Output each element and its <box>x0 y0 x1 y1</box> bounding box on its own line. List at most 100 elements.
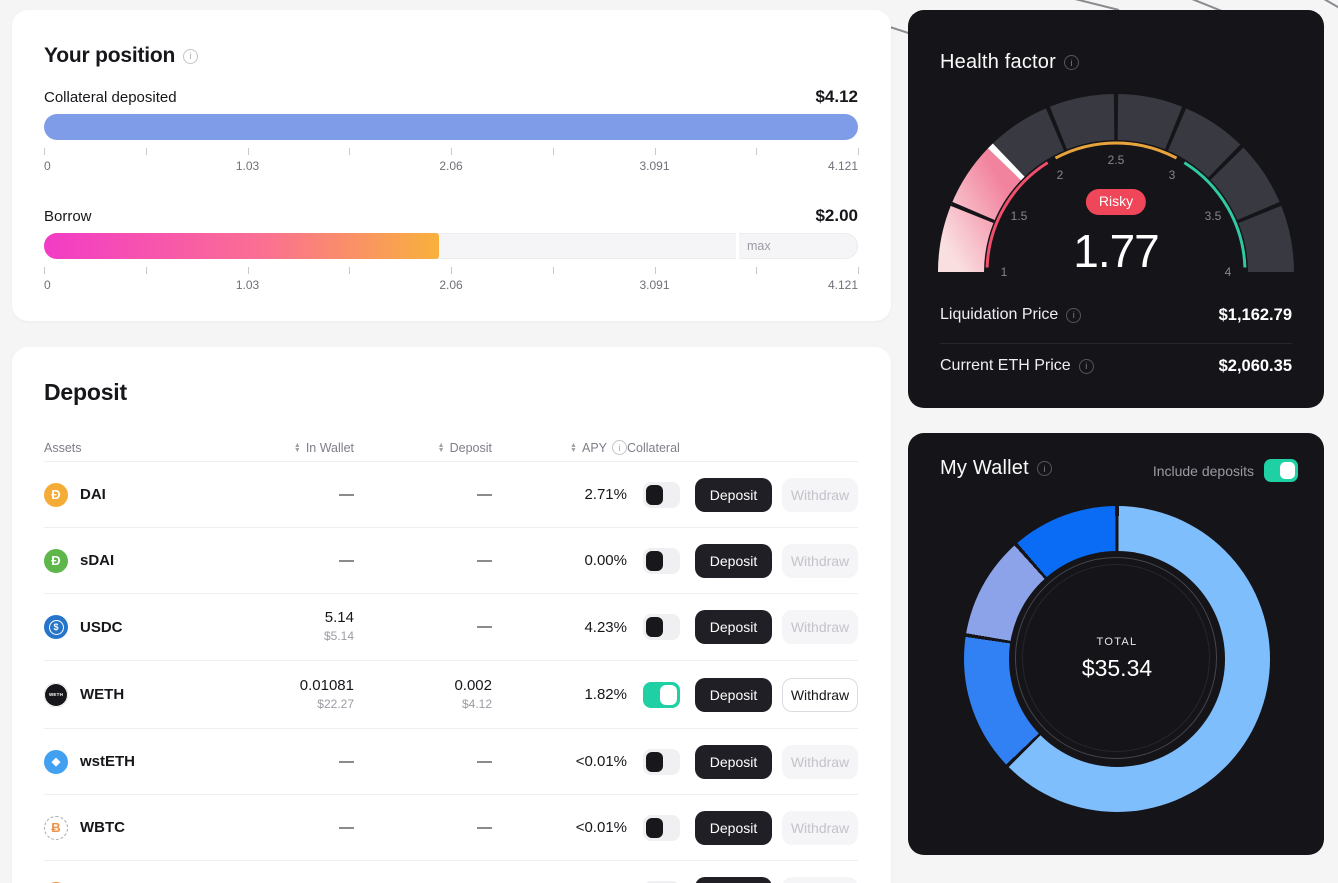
donut-center: TOTAL $35.34 <box>1009 551 1225 767</box>
withdraw-button[interactable]: Withdraw <box>782 677 858 712</box>
column-header-in-wallet[interactable]: ▲ ▼ In Wallet <box>294 441 354 455</box>
deposit-button[interactable]: Deposit <box>695 744 772 779</box>
deposit-button[interactable]: Deposit <box>695 677 772 712</box>
withdraw-button[interactable]: Withdraw <box>782 810 858 845</box>
axis-tick <box>44 148 45 155</box>
donut-inner-ring <box>1022 564 1210 752</box>
liquidation-price-value: $1,162.79 <box>1218 305 1292 324</box>
info-icon[interactable]: i <box>1036 461 1052 476</box>
current-eth-price-row: Current ETH Price i $2,060.35 <box>940 352 1292 380</box>
axis-tick-label: 3.091 <box>639 278 670 292</box>
gauge-tick-label: 2 <box>1056 168 1064 182</box>
info-icon[interactable]: i <box>1064 55 1079 70</box>
asset-name: USDC <box>80 618 123 636</box>
wallet-donut-chart: TOTAL $35.34 <box>964 506 1270 812</box>
sort-icon[interactable]: ▲ ▼ <box>438 442 445 454</box>
borrow-bar-fill <box>44 233 439 259</box>
liquidation-price-label: Liquidation Price <box>940 306 1059 323</box>
deposit-card: Deposit Assets ▲ ▼ In Wallet ▲ ▼ Deposit ▲… <box>12 347 891 883</box>
borrow-max-label: max <box>747 239 771 253</box>
sort-icon[interactable]: ▲ ▼ <box>570 442 577 454</box>
table-row: Ƀ WBTC — — <0.01% Deposit Withdraw <box>44 795 858 861</box>
deposit-title: Deposit <box>44 379 127 405</box>
deposit-value: — <box>477 752 492 770</box>
sdai-token-icon: Đ <box>44 548 68 573</box>
apy-value: 0.00% <box>584 552 627 569</box>
weth-token-icon: WETH <box>44 682 68 707</box>
in-wallet-value: — <box>339 485 354 503</box>
collateral-toggle[interactable] <box>643 614 680 640</box>
axis-tick <box>145 148 147 155</box>
deposit-value: — <box>477 551 492 569</box>
axis-tick <box>451 267 452 274</box>
table-header: Assets ▲ ▼ In Wallet ▲ ▼ Deposit ▲ ▼ APY i … <box>44 440 858 462</box>
wsteth-token-icon: ◆ <box>44 749 68 774</box>
current-eth-price-value: $2,060.35 <box>1218 356 1292 375</box>
column-header-collateral: Collateral <box>627 440 680 455</box>
apy-value: <0.01% <box>575 753 627 770</box>
withdraw-button[interactable] <box>782 877 858 883</box>
axis-tick <box>349 267 351 274</box>
deposit-usd: $4.12 <box>461 696 492 711</box>
axis-tick <box>451 148 452 155</box>
axis-tick <box>247 267 249 274</box>
apy-value: 4.23% <box>584 618 627 636</box>
collateral-toggle[interactable] <box>643 748 680 775</box>
borrow-axis: 0 1.03 2.06 3.091 4.121 <box>44 267 859 295</box>
gauge-tick-label: 1 <box>1000 265 1008 279</box>
collateral-axis: 0 1.03 2.06 3.091 4.121 <box>44 148 859 176</box>
info-icon[interactable]: i <box>1078 358 1094 374</box>
usdc-token-icon: $ <box>44 615 68 639</box>
deposit-button[interactable]: Deposit <box>695 477 772 512</box>
borrow-label: Borrow <box>44 208 92 225</box>
asset-name: WBTC <box>80 819 125 836</box>
health-factor-title: Health factor <box>940 51 1056 73</box>
collateral-bar[interactable] <box>44 114 858 140</box>
withdraw-button[interactable]: Withdraw <box>782 610 858 644</box>
collateral-toggle[interactable] <box>643 481 680 508</box>
axis-tick <box>349 148 351 155</box>
collateral-toggle[interactable] <box>643 814 680 841</box>
include-deposits-toggle[interactable] <box>1264 459 1298 482</box>
axis-tick <box>552 148 554 155</box>
info-icon[interactable]: i <box>183 48 199 64</box>
asset-name: DAI <box>80 486 106 503</box>
axis-tick-label: 3.091 <box>639 159 670 173</box>
axis-tick-label: 4.121 <box>827 159 858 173</box>
in-wallet-usd: $5.14 <box>323 629 354 643</box>
info-icon[interactable]: i <box>612 440 627 455</box>
column-header-deposit[interactable]: ▲ ▼ Deposit <box>438 441 492 455</box>
axis-tick <box>756 267 758 274</box>
collateral-bar-fill <box>44 114 858 140</box>
sort-icon[interactable]: ▲ ▼ <box>294 442 301 454</box>
deposit-button[interactable]: Deposit <box>695 610 772 644</box>
asset-name: WETH <box>80 686 125 703</box>
withdraw-button[interactable]: Withdraw <box>782 543 858 578</box>
collateral-toggle[interactable] <box>643 681 680 708</box>
axis-tick <box>654 148 656 155</box>
axis-tick <box>552 267 554 274</box>
table-row <box>44 861 858 883</box>
table-row: $ USDC 5.14 $5.14 — 4.23% Deposit Withdr… <box>44 594 858 661</box>
background-line <box>1315 0 1338 12</box>
withdraw-button[interactable]: Withdraw <box>782 477 858 512</box>
borrow-bar[interactable]: max <box>44 233 858 259</box>
risk-status-badge: Risky <box>1085 189 1147 215</box>
deposit-button[interactable] <box>695 877 772 883</box>
my-wallet-title: My Wallet <box>940 457 1029 479</box>
axis-tick-label: 0 <box>44 159 51 173</box>
axis-tick-label: 1.03 <box>235 278 260 292</box>
collateral-toggle[interactable] <box>643 547 680 574</box>
apy-value: 2.71% <box>584 486 627 503</box>
axis-tick <box>756 148 758 155</box>
deposit-button[interactable]: Deposit <box>695 543 772 578</box>
withdraw-button[interactable]: Withdraw <box>782 744 858 779</box>
liquidation-price-row: Liquidation Price i $1,162.79 <box>940 301 1292 329</box>
deposit-button[interactable]: Deposit <box>695 810 772 845</box>
axis-tick <box>654 267 656 274</box>
in-wallet-value: — <box>339 752 354 770</box>
deposit-table: Assets ▲ ▼ In Wallet ▲ ▼ Deposit ▲ ▼ APY i … <box>44 440 858 883</box>
gauge-tick-label: 3 <box>1168 168 1176 182</box>
column-header-apy[interactable]: ▲ ▼ APY i <box>570 440 627 455</box>
info-icon[interactable]: i <box>1066 307 1082 323</box>
